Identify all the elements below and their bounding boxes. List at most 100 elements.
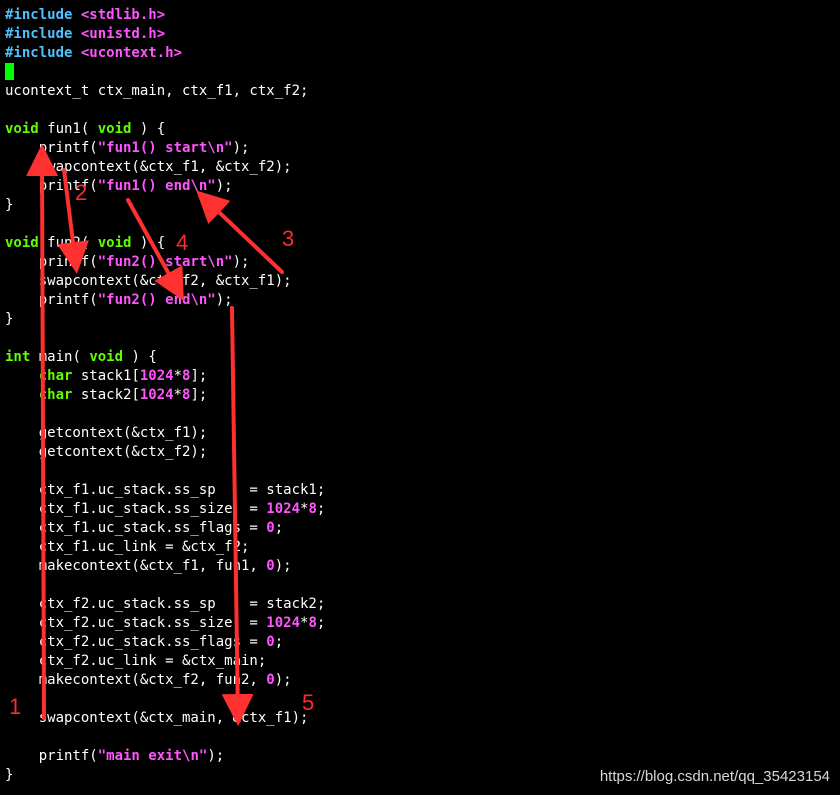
code-token: } [5,197,14,213]
code-line[interactable]: } [5,196,835,215]
code-token: ); [232,254,250,270]
code-token: void [97,235,132,251]
code-token: swapcontext(&ctx_main, &ctx_f1); [5,710,309,726]
code-token: makecontext(&ctx_f2, fun2, [5,672,267,688]
code-token: ) { [131,235,166,251]
code-line[interactable]: ctx_f2.uc_stack.ss_flags = 0; [5,633,835,652]
code-line[interactable]: ctx_f1.uc_stack.ss_sp = stack1; [5,481,835,500]
code-line[interactable]: ctx_f1.uc_link = &ctx_f2; [5,538,835,557]
code-token: getcontext(&ctx_f1); [5,425,208,441]
code-token: swapcontext(&ctx_f1, &ctx_f2); [5,159,292,175]
code-line[interactable]: void fun1( void ) { [5,120,835,139]
code-token: <unistd.h> [80,26,166,42]
code-token: ctx_f2.uc_link = &ctx_main; [5,653,267,669]
code-token: " [207,292,216,308]
code-line[interactable] [5,215,835,234]
code-line[interactable]: ctx_f2.uc_stack.ss_sp = stack2; [5,595,835,614]
code-line[interactable]: getcontext(&ctx_f2); [5,443,835,462]
code-editor[interactable]: #include <stdlib.h> #include <unistd.h> #i… [5,6,835,785]
code-line[interactable]: int main( void ) { [5,348,835,367]
code-token: "fun2() end [97,292,191,308]
code-token: ctx_f1.uc_link = &ctx_f2; [5,539,250,555]
code-token: printf( [5,292,98,308]
code-line[interactable]: printf("fun1() start\n"); [5,139,835,158]
code-token: char [38,368,73,384]
code-token: 1024 [139,368,174,384]
code-line[interactable] [5,462,835,481]
step-label-1: 1 [9,694,22,719]
code-line[interactable]: ucontext_t ctx_main, ctx_f1, ctx_f2; [5,82,835,101]
code-token: <stdlib.h> [80,7,166,23]
code-line[interactable] [5,63,835,82]
code-token: ); [232,140,250,156]
text-cursor [5,63,14,80]
code-token: ) { [131,121,166,137]
code-token: } [5,311,14,327]
code-token: void [89,349,124,365]
code-token: void [5,121,39,137]
code-token: ; [274,520,284,536]
code-token: printf( [5,140,98,156]
code-token: " [224,140,233,156]
code-line[interactable]: char stack2[1024*8]; [5,386,835,405]
code-token: printf( [5,748,98,764]
code-token: "fun1() end [97,178,191,194]
code-line[interactable]: printf("fun2() start\n"); [5,253,835,272]
code-token: \n [190,178,208,194]
code-token: ctx_f2.uc_stack.ss_flags = [5,634,267,650]
code-token: 1024 [266,501,301,517]
code-token: 0 [266,520,275,536]
code-line[interactable]: void fun2( void ) { [5,234,835,253]
code-line[interactable]: printf("fun1() end\n"); [5,177,835,196]
code-token: ucontext_t ctx_main, ctx_f1, ctx_f2; [5,83,309,99]
code-line[interactable]: makecontext(&ctx_f1, fun1, 0); [5,557,835,576]
code-token: getcontext(&ctx_f2); [5,444,208,460]
code-line[interactable]: printf("main exit\n"); [5,747,835,766]
code-line[interactable]: char stack1[1024*8]; [5,367,835,386]
code-line[interactable]: swapcontext(&ctx_main, &ctx_f1); [5,709,835,728]
code-token: ctx_f1.uc_stack.ss_sp = stack1; [5,482,326,498]
code-token: \n [182,748,199,764]
code-line[interactable]: ctx_f2.uc_link = &ctx_main; [5,652,835,671]
code-line[interactable]: makecontext(&ctx_f2, fun2, 0); [5,671,835,690]
code-token: ]; [190,368,208,384]
code-token: } [5,767,14,783]
code-token: char [38,387,73,403]
step-label-5: 5 [302,690,315,715]
code-line[interactable]: } [5,310,835,329]
code-line[interactable]: swapcontext(&ctx_f1, &ctx_f2); [5,158,835,177]
code-token: "fun2() start [97,254,208,270]
code-token: stack1[ [72,368,140,384]
code-token: fun2( [38,235,98,251]
code-token: ; [316,501,326,517]
code-token: swapcontext(&ctx_f2, &ctx_f1); [5,273,292,289]
code-line[interactable]: #include <unistd.h> [5,25,835,44]
step-label-3: 3 [282,226,295,251]
code-line[interactable]: swapcontext(&ctx_f2, &ctx_f1); [5,272,835,291]
code-line[interactable]: printf("fun2() end\n"); [5,291,835,310]
code-token: 0 [266,634,275,650]
code-line[interactable]: getcontext(&ctx_f1); [5,424,835,443]
code-token: #include [5,7,81,23]
code-line[interactable] [5,690,835,709]
code-token: 8 [308,501,317,517]
code-line[interactable] [5,329,835,348]
code-line[interactable] [5,101,835,120]
step-label-2: 2 [75,180,88,205]
code-line[interactable] [5,728,835,747]
code-token: fun1( [38,121,98,137]
code-line[interactable]: #include <ucontext.h> [5,44,835,63]
code-line[interactable] [5,576,835,595]
code-line[interactable] [5,405,835,424]
code-token: stack2[ [72,387,140,403]
code-token: ctx_f1.uc_stack.ss_flags = [5,520,267,536]
code-line[interactable]: ctx_f2.uc_stack.ss_size = 1024*8; [5,614,835,633]
code-line[interactable]: ctx_f1.uc_stack.ss_size = 1024*8; [5,500,835,519]
code-token: * [173,387,183,403]
code-line[interactable]: ctx_f1.uc_stack.ss_flags = 0; [5,519,835,538]
code-token: #include [5,45,81,61]
code-line[interactable]: #include <stdlib.h> [5,6,835,25]
code-token: * [173,368,183,384]
code-token: ); [215,292,233,308]
